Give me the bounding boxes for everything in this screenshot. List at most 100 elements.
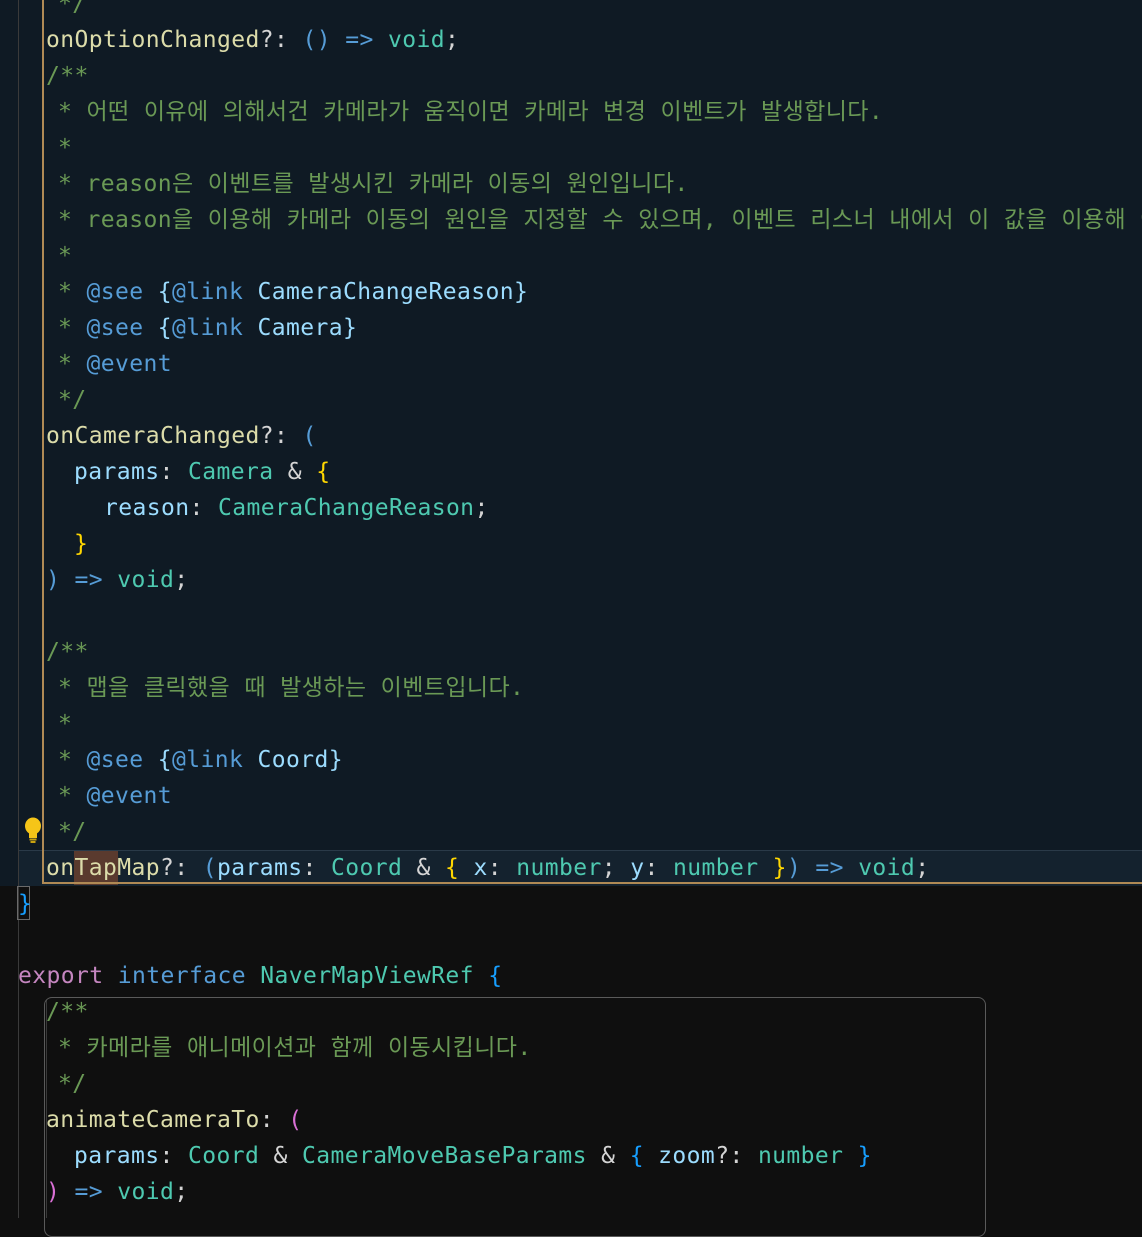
code-line[interactable]: *	[58, 238, 72, 274]
code-line[interactable]: * @see {@link Coord}	[58, 742, 343, 778]
code-token: interface	[117, 963, 246, 989]
code-token: }	[758, 855, 787, 881]
code-token: {	[444, 855, 460, 881]
code-line[interactable]: * 카메라를 애니메이션과 함께 이동시킵니다.	[58, 1030, 532, 1066]
code-token: )	[786, 855, 802, 881]
code-token: * reason은 이벤트를 발생시킨 카메라 이동의 원인입니다.	[58, 171, 689, 197]
code-token: @link	[172, 315, 244, 341]
code-token: &	[259, 1143, 302, 1169]
code-token: number	[516, 855, 602, 881]
code-token: Coord	[187, 1143, 260, 1169]
code-line[interactable]: * reason을 이용해 카메라 이동의 원인을 지정할 수 있으며, 이벤트…	[58, 202, 1142, 238]
code-token: :	[644, 855, 673, 881]
code-token: onOptionChanged	[46, 27, 260, 53]
code-token: =>	[801, 855, 859, 881]
code-line[interactable]: params: Coord & CameraMoveBaseParams & {…	[74, 1138, 872, 1174]
code-token: /**	[46, 639, 89, 665]
code-token: ;	[174, 567, 189, 593]
code-line[interactable]: * 맵을 클릭했을 때 발생하는 이벤트입니다.	[58, 670, 524, 706]
code-token: *	[58, 315, 87, 341]
code-token: {	[157, 279, 172, 305]
indent-guide	[18, 0, 19, 1218]
code-token: number	[672, 855, 759, 881]
code-token: ;	[601, 855, 631, 881]
code-line[interactable]: onTapMap?: (params: Coord & { x: number;…	[46, 850, 929, 886]
code-editor[interactable]: */onOptionChanged?: () => void;/** * 어떤 이…	[0, 0, 1142, 1237]
code-token: CameraMoveBaseParams	[301, 1143, 587, 1169]
code-line[interactable]: * @see {@link Camera}	[58, 310, 357, 346]
code-line[interactable]: onCameraChanged?: (	[46, 418, 317, 454]
code-token: :	[487, 855, 517, 881]
code-token: @event	[86, 351, 172, 377]
code-token: @see	[86, 315, 144, 341]
code-token: */	[58, 819, 87, 845]
code-line[interactable]: * @see {@link CameraChangeReason}	[58, 274, 528, 310]
code-token: ()	[302, 27, 331, 53]
code-token: ?:	[159, 855, 203, 881]
code-token: &	[273, 459, 317, 485]
code-line[interactable]: * 어떤 이유에 의해서건 카메라가 움직이면 카메라 변경 이벤트가 발생합니…	[58, 94, 883, 130]
code-token: /**	[46, 999, 89, 1025]
code-line[interactable]: /**	[46, 994, 89, 1030]
code-token: *	[58, 783, 87, 809]
code-token: void	[117, 567, 175, 593]
code-token: onTapMap	[46, 855, 160, 881]
code-line[interactable]: /**	[46, 58, 89, 94]
code-line[interactable]: export interface NaverMapViewRef {	[18, 958, 502, 994]
code-token: )	[46, 1179, 61, 1205]
code-line[interactable]: ) => void;	[46, 562, 189, 598]
code-line[interactable]: animateCameraTo: (	[46, 1102, 302, 1138]
code-token: /**	[46, 63, 89, 89]
code-token: * 카메라를 애니메이션과 함께 이동시킵니다.	[58, 1035, 532, 1061]
code-line[interactable]: * @event	[58, 778, 172, 814]
code-token: params	[216, 855, 303, 881]
code-token: @see	[86, 279, 144, 305]
code-token: CameraChangeReason	[243, 279, 514, 305]
code-token: */	[58, 0, 87, 17]
code-token: *	[58, 243, 73, 269]
code-token: void	[387, 27, 445, 53]
code-token: *	[58, 135, 73, 161]
code-token: *	[58, 747, 87, 773]
code-token: y	[630, 855, 645, 881]
code-token: }	[843, 1143, 872, 1169]
code-token: :	[159, 1143, 188, 1169]
code-line[interactable]: }	[74, 526, 88, 562]
code-token: x	[459, 855, 488, 881]
code-token: * 어떤 이유에 의해서건 카메라가 움직이면 카메라 변경 이벤트가 발생합니…	[58, 99, 884, 125]
code-line[interactable]: }	[18, 886, 32, 922]
code-line[interactable]: *	[58, 706, 72, 742]
code-line[interactable]: */	[58, 0, 87, 22]
code-token: *	[58, 711, 73, 737]
code-token: {	[157, 747, 172, 773]
code-token: ;	[474, 495, 489, 521]
code-token: (	[302, 423, 317, 449]
code-token: }	[513, 279, 529, 305]
code-line[interactable]: *	[58, 130, 72, 166]
code-line[interactable]: onOptionChanged?: () => void;	[46, 22, 459, 58]
code-line[interactable]: * reason은 이벤트를 발생시킨 카메라 이동의 원인입니다.	[58, 166, 689, 202]
code-token: number	[757, 1143, 844, 1169]
code-token: onCameraChanged	[46, 423, 260, 449]
code-line[interactable]: */	[58, 1066, 87, 1102]
lightbulb-icon[interactable]	[22, 816, 44, 844]
code-token: @link	[172, 279, 244, 305]
code-line[interactable]: * @event	[58, 346, 172, 382]
code-token: void	[117, 1179, 175, 1205]
code-token: )	[46, 567, 61, 593]
code-line[interactable]: */	[58, 814, 87, 850]
code-line[interactable]: ) => void;	[46, 1174, 189, 1210]
code-line[interactable]: */	[58, 382, 87, 418]
code-line[interactable]: params: Camera & {	[74, 454, 330, 490]
code-token: :	[159, 459, 188, 485]
code-token: * 맵을 클릭했을 때 발생하는 이벤트입니다.	[58, 675, 525, 701]
code-token: * reason을 이용해 카메라 이동의 원인을 지정할 수 있으며, 이벤트…	[58, 207, 1142, 233]
code-token: Camera	[243, 315, 343, 341]
code-line[interactable]: reason: CameraChangeReason;	[104, 490, 489, 526]
code-token: *	[58, 279, 87, 305]
code-line[interactable]: /**	[46, 634, 89, 670]
